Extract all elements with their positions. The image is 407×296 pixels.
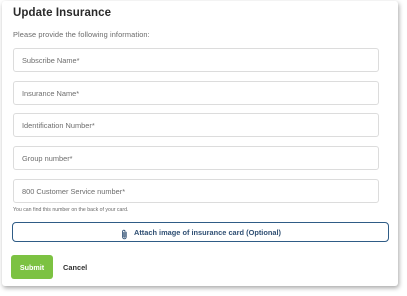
customer-service-hint: You can find this number on the back of … bbox=[13, 207, 129, 213]
group-number-input[interactable] bbox=[13, 146, 379, 170]
form-instructions: Please provide the following information… bbox=[13, 30, 150, 39]
update-insurance-card: Update Insurance Please provide the foll… bbox=[2, 1, 398, 286]
insurance-name-input[interactable] bbox=[13, 81, 379, 105]
submit-button[interactable]: Submit bbox=[11, 255, 53, 279]
cancel-button[interactable]: Cancel bbox=[63, 263, 87, 272]
page-title: Update Insurance bbox=[13, 7, 112, 19]
attach-insurance-card-button[interactable]: Attach image of insurance card (Optional… bbox=[12, 222, 389, 242]
attach-insurance-card-label: Attach image of insurance card (Optional… bbox=[133, 227, 281, 237]
identification-number-input[interactable] bbox=[13, 113, 379, 137]
customer-service-number-input[interactable] bbox=[13, 179, 379, 203]
paperclip-icon bbox=[120, 227, 129, 239]
subscriber-name-input[interactable] bbox=[13, 48, 379, 72]
